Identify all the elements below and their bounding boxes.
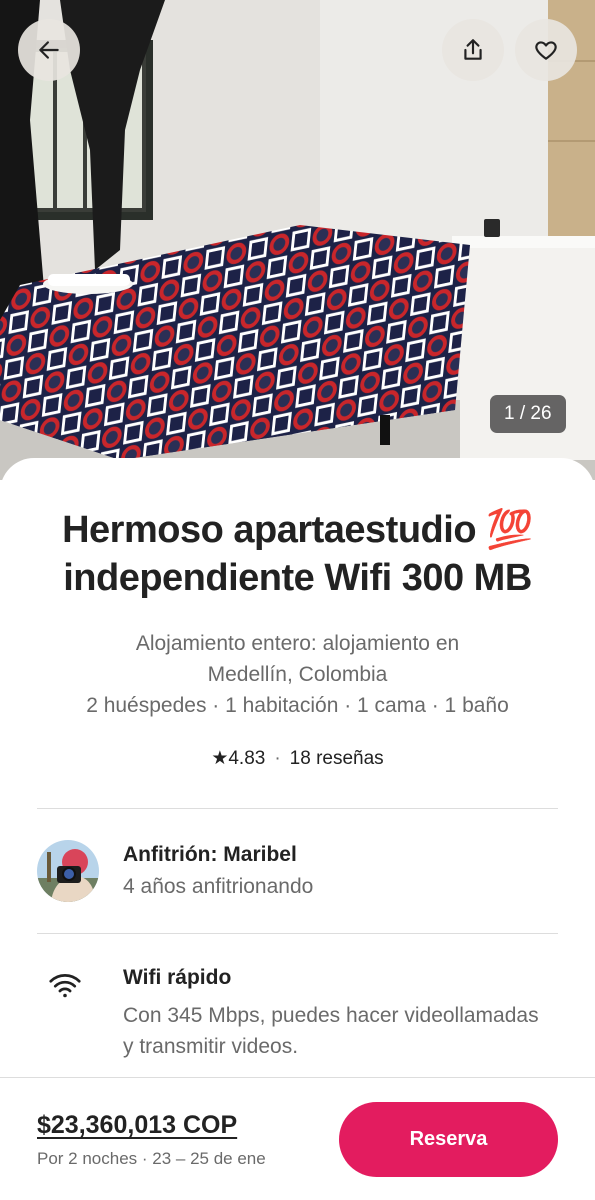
save-to-wishlist-button[interactable]	[515, 19, 577, 81]
back-button[interactable]	[18, 19, 80, 81]
listing-title-line1: Hermoso apartaestudio 💯	[62, 509, 533, 551]
listing-title: Hermoso apartaestudio 💯 independiente Wi…	[24, 506, 571, 602]
star-icon: ★	[211, 748, 229, 769]
reserve-button[interactable]: Reserva	[339, 1102, 558, 1177]
stay-dates: Por 2 noches · 23 – 25 de ene	[37, 1149, 266, 1168]
rating-summary: ★4.83 · 18 reseñas	[0, 746, 595, 772]
highlight-description: Con 345 Mbps, puedes hacer videollamadas…	[123, 1004, 539, 1058]
arrow-left-icon	[39, 41, 59, 59]
listing-location: Medellín, Colombia	[207, 663, 388, 686]
reviews-link[interactable]: 18 reseñas	[290, 748, 384, 769]
share-button[interactable]	[442, 19, 504, 81]
listing-photo[interactable]: 1 / 26	[0, 0, 595, 480]
wifi-icon	[49, 974, 81, 998]
heart-icon	[535, 41, 557, 60]
rating-value: 4.83	[228, 748, 266, 769]
host-avatar[interactable]	[37, 840, 99, 902]
listing-title-line2: independiente Wifi 300 MB	[63, 557, 532, 599]
host-experience: 4 años anfitrionando	[123, 875, 314, 898]
total-price[interactable]: $23,360,013 COP	[37, 1111, 237, 1140]
reservation-footer: $23,360,013 COP Por 2 noches · 23 – 25 d…	[0, 1077, 595, 1200]
host-summary[interactable]: Anfitrión: Maribel 4 años anfitrionando	[37, 840, 558, 904]
divider	[37, 933, 558, 934]
listing-capacity: 2 huéspedes · 1 habitación · 1 cama · 1 …	[86, 694, 509, 717]
photo-counter: 1 / 26	[490, 395, 566, 433]
divider	[37, 808, 558, 809]
rating-separator: ·	[274, 748, 281, 769]
listing-type-location: Alojamiento entero: alojamiento en Medel…	[40, 628, 555, 690]
listing-type: Alojamiento entero: alojamiento en	[135, 632, 460, 655]
host-photo	[37, 840, 99, 902]
host-name: Anfitrión: Maribel	[123, 843, 297, 866]
share-icon	[464, 39, 482, 60]
highlight-title: Wifi rápido	[123, 966, 232, 989]
